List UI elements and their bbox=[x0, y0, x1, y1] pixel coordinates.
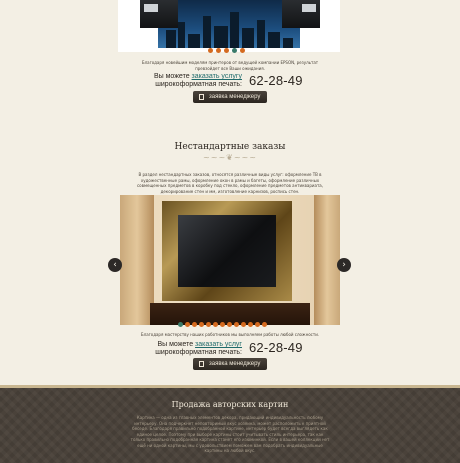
slider-dot[interactable] bbox=[213, 322, 218, 327]
document-icon bbox=[199, 94, 204, 100]
order-prefix: Вы можете bbox=[153, 73, 190, 80]
order-service-type: широкоформатная печать: bbox=[155, 349, 242, 356]
slider-dot[interactable] bbox=[240, 48, 245, 53]
document-icon bbox=[199, 361, 204, 367]
nonstandard-slider-dots[interactable] bbox=[178, 322, 267, 327]
slider-dot[interactable] bbox=[255, 322, 260, 327]
phone-number-2: 62-28-49 bbox=[249, 340, 303, 355]
slider-dot[interactable] bbox=[224, 48, 229, 53]
section-title-nonstandard: Нестандартные заказы bbox=[174, 142, 286, 152]
nonstandard-description: В раздел нестандартных заказов, относятс… bbox=[136, 172, 324, 194]
printer-right bbox=[282, 0, 320, 28]
order-prefix: Вы можете bbox=[157, 341, 194, 348]
slider-dot[interactable] bbox=[262, 322, 267, 327]
slider-dot[interactable] bbox=[234, 322, 239, 327]
manager-request-button-1[interactable]: заявка менеджеру bbox=[193, 91, 267, 103]
slider-next-arrow[interactable]: › bbox=[337, 258, 351, 272]
printer-left bbox=[140, 0, 178, 28]
ornament-divider: ~~~❦~~~ bbox=[203, 153, 257, 162]
top-slider-caption: Благодаря новейшим моделям принтеров от … bbox=[141, 60, 319, 71]
slider-dot[interactable] bbox=[206, 322, 211, 327]
slider-dot[interactable] bbox=[248, 322, 253, 327]
order-text-2: Вы можете заказать услуг широкоформатная… bbox=[150, 341, 242, 357]
slider-dot[interactable] bbox=[241, 322, 246, 327]
slider-dot[interactable] bbox=[232, 48, 237, 53]
slider-dot[interactable] bbox=[199, 322, 204, 327]
order-service-type: широкоформатная печать: bbox=[155, 81, 242, 88]
slider-dot[interactable] bbox=[192, 322, 197, 327]
slider-dot[interactable] bbox=[227, 322, 232, 327]
button-label: заявка менеджеру bbox=[209, 361, 261, 367]
order-service-link[interactable]: заказать услугу bbox=[192, 73, 242, 80]
manager-request-button-2[interactable]: заявка менеджеру bbox=[193, 358, 267, 370]
slider-dot[interactable] bbox=[185, 322, 190, 327]
slider-dot[interactable] bbox=[220, 322, 225, 327]
nonstandard-slider-image bbox=[120, 195, 340, 325]
order-service-link[interactable]: заказать услуг bbox=[195, 341, 242, 348]
paintings-section: Продажа авторских картин Картина — одна … bbox=[0, 385, 460, 463]
slider-dot[interactable] bbox=[216, 48, 221, 53]
slider-prev-arrow[interactable]: ‹ bbox=[108, 258, 122, 272]
section-title-paintings: Продажа авторских картин bbox=[171, 400, 289, 409]
nonstandard-slider-caption: Благодаря мастерству наших работников мы… bbox=[140, 332, 320, 337]
top-slider-dots[interactable] bbox=[208, 48, 245, 53]
order-text-1: Вы можете заказать услугу широкоформатна… bbox=[150, 73, 242, 89]
paintings-description: Картина — одна из главных элементов деко… bbox=[130, 415, 330, 453]
button-label: заявка менеджеру bbox=[209, 94, 261, 100]
slider-dot[interactable] bbox=[208, 48, 213, 53]
slider-dot[interactable] bbox=[178, 322, 183, 327]
printer-banner-image bbox=[118, 0, 340, 52]
tv-screen bbox=[178, 215, 276, 287]
phone-number-1: 62-28-49 bbox=[249, 73, 303, 88]
